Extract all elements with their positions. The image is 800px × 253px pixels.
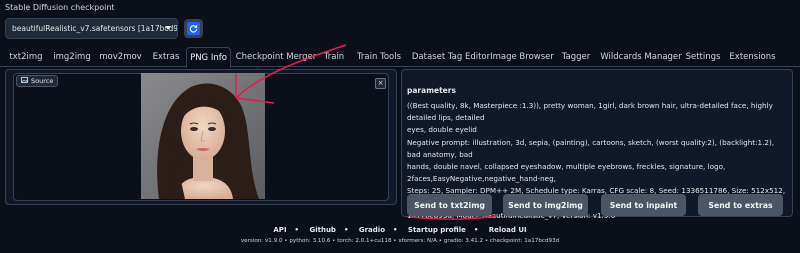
parameters-line: hands, double navel, collapsed eyeshadow… xyxy=(407,162,726,172)
footer-separator: • xyxy=(393,226,398,234)
source-portrait-image xyxy=(141,73,265,199)
main-tabs: txt2img img2img mov2mov Extras PNG Info … xyxy=(0,47,800,68)
send-to-inpaint-button[interactable]: Send to inpaint xyxy=(601,194,686,216)
footer-link-reload-ui[interactable]: Reload UI xyxy=(489,226,527,234)
parameters-line: ((Best quality, 8k, Masterpiece :1.3)), … xyxy=(407,101,773,123)
footer-separator: • xyxy=(343,226,349,234)
tab-txt2img[interactable]: txt2img xyxy=(5,47,47,67)
chevron-down-icon xyxy=(165,26,171,30)
tab-extras[interactable]: Extras xyxy=(148,47,184,67)
checkpoint-value: beautifulRealistic_v7.safetensors [1a17b… xyxy=(12,24,178,33)
source-label: Source xyxy=(31,77,54,85)
checkpoint-dropdown[interactable]: beautifulRealistic_v7.safetensors [1a17b… xyxy=(5,18,178,39)
tab-train[interactable]: Train xyxy=(320,47,348,67)
tab-extensions[interactable]: Extensions xyxy=(729,47,775,67)
send-to-txt2img-button[interactable]: Send to txt2img xyxy=(407,194,492,216)
tab-image-browser[interactable]: Image Browser xyxy=(490,47,554,67)
footer-separator: • xyxy=(473,226,479,234)
tab-png-info[interactable]: PNG Info xyxy=(186,47,231,68)
tab-img2img[interactable]: img2img xyxy=(51,47,93,67)
refresh-checkpoint-button[interactable] xyxy=(184,19,203,38)
footer-link-github[interactable]: Github xyxy=(309,226,335,234)
version-info: version: v1.9.0 • python: 3.10.6 • torch… xyxy=(240,238,560,244)
footer-links: API • Github • Gradio • Startup profile • Re… xyxy=(0,226,800,234)
tab-tagger[interactable]: Tagger xyxy=(560,47,592,67)
parameters-title: parameters xyxy=(407,86,456,95)
parameters-line: eyes, double eyelid xyxy=(407,125,477,135)
tab-checkpoint-merger[interactable]: Checkpoint Merger xyxy=(236,47,317,67)
tab-mov2mov[interactable]: mov2mov xyxy=(97,47,144,67)
refresh-icon xyxy=(187,22,200,35)
tab-train-tools[interactable]: Train Tools xyxy=(354,47,404,67)
source-badge: Source xyxy=(16,75,59,87)
tab-dataset-tag-editor[interactable]: Dataset Tag Editor xyxy=(410,47,492,67)
parameters-line: 2faces,EasyNegative,negative_hand-neg, xyxy=(407,174,556,184)
parameters-line: Negative prompt: illustration, 3d, sepia… xyxy=(407,137,775,159)
send-to-img2img-button[interactable]: Send to img2img xyxy=(503,194,588,216)
checkpoint-label: Stable Diffusion checkpoint xyxy=(5,3,115,12)
footer-separator: • xyxy=(294,226,300,234)
tab-wildcards-manager[interactable]: Wildcards Manager xyxy=(600,47,682,67)
send-to-extras-button[interactable]: Send to extras xyxy=(698,194,783,216)
footer-link-startup-profile[interactable]: Startup profile xyxy=(408,226,466,234)
close-icon[interactable]: × xyxy=(375,78,386,89)
tab-settings[interactable]: Settings xyxy=(685,47,721,67)
image-icon xyxy=(21,77,28,85)
footer-link-gradio[interactable]: Gradio xyxy=(359,226,385,234)
footer-link-api[interactable]: API xyxy=(273,226,286,234)
